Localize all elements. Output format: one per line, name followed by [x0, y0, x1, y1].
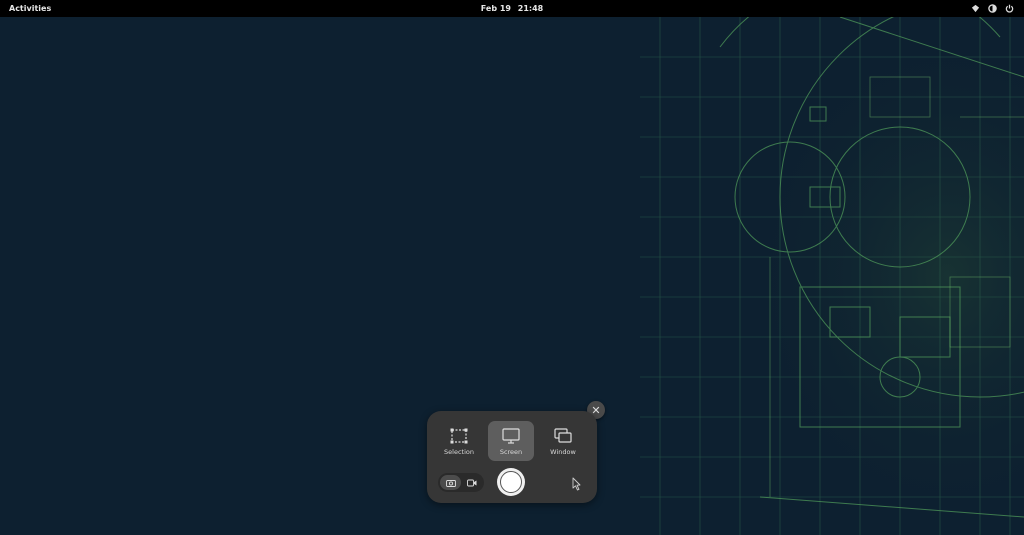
- mode-screen-button[interactable]: Screen: [488, 421, 534, 461]
- screenshot-screencast-toggle[interactable]: [438, 473, 484, 492]
- capture-icon: [500, 471, 522, 493]
- screencast-icon[interactable]: [461, 475, 482, 490]
- clock-date: Feb 19: [480, 4, 511, 13]
- volume-icon[interactable]: [987, 3, 997, 13]
- system-tray[interactable]: [970, 3, 1014, 13]
- network-icon[interactable]: [970, 3, 980, 13]
- power-icon[interactable]: [1004, 3, 1014, 13]
- screen-icon: [502, 428, 520, 444]
- clock-time: 21:48: [517, 4, 544, 13]
- window-icon: [554, 428, 572, 444]
- capture-button[interactable]: [497, 468, 525, 496]
- screenshot-panel: Selection Screen Window: [427, 411, 597, 503]
- mode-screen-label: Screen: [499, 448, 523, 456]
- screenshot-icon[interactable]: [440, 475, 461, 490]
- clock[interactable]: Feb 19 21:48: [0, 4, 1024, 13]
- mode-selection-label: Selection: [444, 448, 474, 456]
- pointer-icon[interactable]: [570, 476, 582, 491]
- mode-window-button[interactable]: Window: [540, 421, 586, 461]
- mode-selection-button[interactable]: Selection: [436, 421, 482, 461]
- top-bar: Activities Feb 19 21:48: [0, 0, 1024, 17]
- selection-icon: [450, 428, 468, 444]
- mode-window-label: Window: [550, 448, 576, 456]
